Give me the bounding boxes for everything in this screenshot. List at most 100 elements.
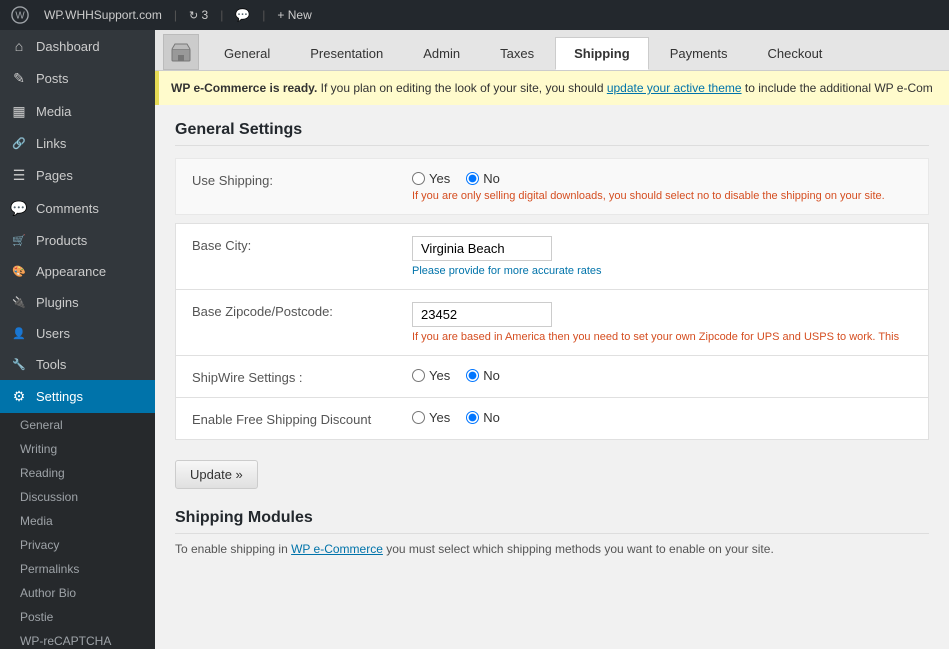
submenu-item-privacy[interactable]: Privacy [0,533,155,557]
notice-bar: WP e-Commerce is ready. If you plan on e… [155,71,949,105]
tab-general[interactable]: General [205,37,289,69]
submenu-item-writing[interactable]: Writing [0,437,155,461]
admin-bar: W WP.WHHSupport.com | ↻ 3 | 💬 | + New [0,0,949,30]
tab-shipping[interactable]: Shipping [555,37,649,70]
shipping-modules-section: Shipping Modules To enable shipping in W… [175,509,929,556]
shipping-modules-title: Shipping Modules [175,509,929,534]
use-shipping-label: Use Shipping: [192,171,412,188]
sidebar-item-appearance[interactable]: 🎨 Appearance [0,256,155,287]
shipwire-row: ShipWire Settings : Yes No [175,355,929,397]
general-settings-title: General Settings [175,121,929,146]
base-zipcode-control: If you are based in America then you nee… [412,302,912,343]
submenu-item-wp-recaptcha[interactable]: WP-reCAPTCHA [0,629,155,649]
sidebar-item-tools[interactable]: 🔧 Tools [0,349,155,380]
submenu-item-media[interactable]: Media [0,509,155,533]
sidebar-item-plugins[interactable]: 🔌 Plugins [0,287,155,318]
shipwire-label: ShipWire Settings : [192,368,412,385]
appearance-icon: 🎨 [10,265,28,278]
use-shipping-no-option[interactable]: No [466,171,500,186]
free-shipping-control: Yes No [412,410,912,425]
other-settings: Base City: Please provide for more accur… [175,223,929,440]
submenu-item-author-bio[interactable]: Author Bio [0,581,155,605]
notice-bold: WP e-Commerce is ready. [171,81,317,95]
base-zipcode-help: If you are based in America then you nee… [412,331,912,343]
update-button-container: Update » [175,452,929,489]
sidebar-label-media: Media [36,104,71,119]
base-city-label: Base City: [192,236,412,253]
sidebar-label-settings: Settings [36,389,83,404]
use-shipping-box: Use Shipping: Yes No If y [175,158,929,215]
use-shipping-no-radio[interactable] [466,172,479,185]
sidebar: ⌂ Dashboard ✎ Posts ▦ Media 🔗 Links ☰ Pa… [0,30,155,649]
base-city-help: Please provide for more accurate rates [412,265,912,277]
new-item-button[interactable]: + New [277,8,311,22]
use-shipping-yes-option[interactable]: Yes [412,171,450,186]
free-shipping-yes-radio[interactable] [412,411,425,424]
tab-checkout[interactable]: Checkout [749,37,842,69]
layout: ⌂ Dashboard ✎ Posts ▦ Media 🔗 Links ☰ Pa… [0,30,949,649]
links-icon: 🔗 [10,137,28,150]
tab-presentation[interactable]: Presentation [291,37,402,69]
posts-icon: ✎ [10,70,28,87]
sidebar-label-links: Links [36,136,66,151]
tabs-bar: General Presentation Admin Taxes Shippin… [155,30,949,71]
sidebar-item-settings[interactable]: ⚙ Settings [0,380,155,413]
notification-count[interactable]: ↻ 3 [189,8,208,22]
free-shipping-row: Enable Free Shipping Discount Yes No [175,397,929,440]
notice-text-after: to include the additional WP e-Com [745,81,933,95]
free-shipping-yes-option[interactable]: Yes [412,410,450,425]
use-shipping-help-text: If you are only selling digital download… [412,190,912,202]
base-zipcode-row: Base Zipcode/Postcode: If you are based … [175,289,929,355]
sidebar-label-products: Products [36,233,87,248]
products-icon: 🛒 [10,234,28,247]
base-zipcode-label: Base Zipcode/Postcode: [192,302,412,319]
shipwire-control: Yes No [412,368,912,383]
submenu-item-reading[interactable]: Reading [0,461,155,485]
tab-payments[interactable]: Payments [651,37,747,69]
sidebar-item-dashboard[interactable]: ⌂ Dashboard [0,30,155,62]
base-city-row: Base City: Please provide for more accur… [175,223,929,289]
update-button[interactable]: Update » [175,460,258,489]
sidebar-item-comments[interactable]: 💬 Comments [0,192,155,225]
notice-link[interactable]: update your active theme [607,81,742,95]
free-shipping-no-radio[interactable] [466,411,479,424]
sidebar-item-products[interactable]: 🛒 Products [0,225,155,256]
base-zipcode-input[interactable] [412,302,552,327]
tab-admin[interactable]: Admin [404,37,479,69]
tools-icon: 🔧 [10,358,28,371]
comments-nav-icon: 💬 [10,200,28,217]
sidebar-label-posts: Posts [36,71,69,86]
submenu-item-general[interactable]: General [0,413,155,437]
wp-ecommerce-link[interactable]: WP e-Commerce [291,542,383,556]
submenu-item-permalinks[interactable]: Permalinks [0,557,155,581]
sidebar-label-plugins: Plugins [36,295,79,310]
content-area: General Settings Use Shipping: Yes [155,105,949,572]
site-name[interactable]: WP.WHHSupport.com [44,8,162,22]
sidebar-item-media[interactable]: ▦ Media [0,95,155,128]
svg-text:W: W [15,11,25,22]
shipping-modules-text: To enable shipping in WP e-Commerce you … [175,542,929,556]
main-content: General Presentation Admin Taxes Shippin… [155,30,949,649]
shipwire-yes-option[interactable]: Yes [412,368,450,383]
wp-logo-icon[interactable]: W [8,3,32,27]
comments-icon[interactable]: 💬 [235,8,250,22]
use-shipping-yes-radio[interactable] [412,172,425,185]
base-city-input[interactable] [412,236,552,261]
sidebar-item-users[interactable]: 👤 Users [0,318,155,349]
tab-taxes[interactable]: Taxes [481,37,553,69]
dashboard-icon: ⌂ [10,38,28,54]
use-shipping-row: Use Shipping: Yes No If y [176,159,928,214]
shipwire-no-option[interactable]: No [466,368,500,383]
sidebar-item-posts[interactable]: ✎ Posts [0,62,155,95]
free-shipping-label: Enable Free Shipping Discount [192,410,412,427]
base-city-control: Please provide for more accurate rates [412,236,912,277]
free-shipping-no-option[interactable]: No [466,410,500,425]
settings-submenu: General Writing Reading Discussion Media… [0,413,155,649]
sidebar-item-links[interactable]: 🔗 Links [0,128,155,159]
sidebar-item-pages[interactable]: ☰ Pages [0,159,155,192]
submenu-item-postie[interactable]: Postie [0,605,155,629]
shipwire-yes-radio[interactable] [412,369,425,382]
sidebar-label-dashboard: Dashboard [36,39,100,54]
submenu-item-discussion[interactable]: Discussion [0,485,155,509]
shipwire-no-radio[interactable] [466,369,479,382]
